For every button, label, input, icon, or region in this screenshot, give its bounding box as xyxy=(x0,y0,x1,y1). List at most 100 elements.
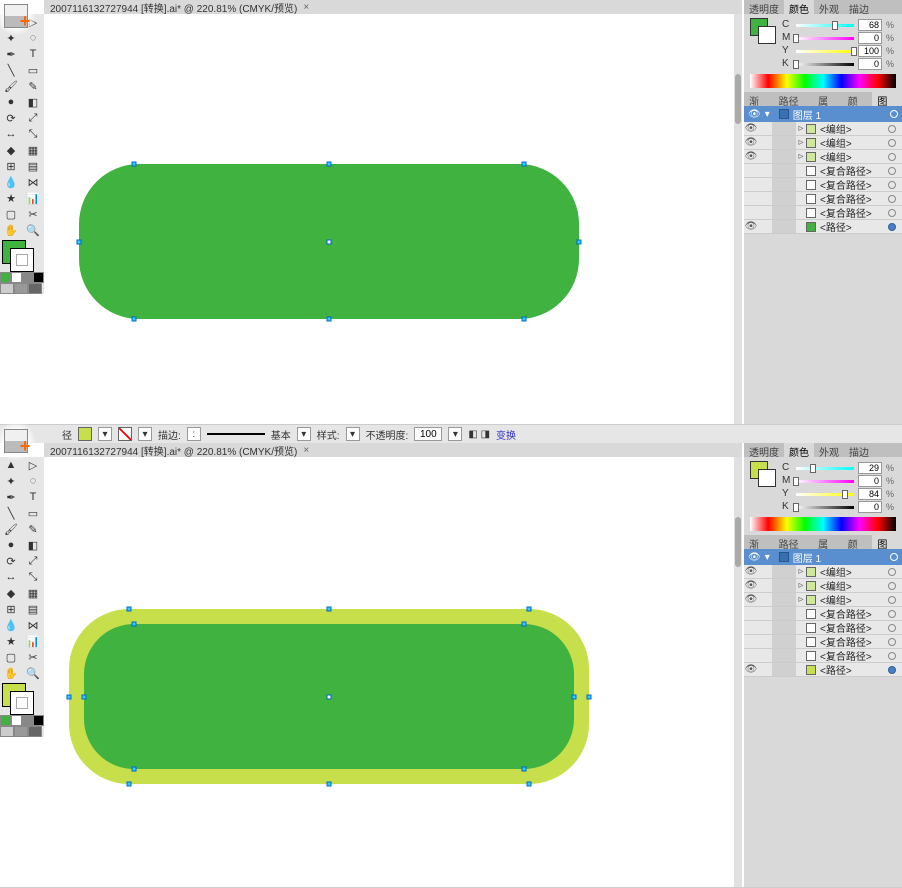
target-icon[interactable] xyxy=(888,181,896,189)
target-icon[interactable] xyxy=(888,167,896,175)
panel-tab[interactable]: 描边 xyxy=(844,0,874,14)
panel-tab[interactable]: 渐变 xyxy=(744,92,774,106)
visibility-icon[interactable]: 👁 xyxy=(744,664,758,675)
color-channel-m[interactable]: M0% xyxy=(782,31,896,44)
tool-rotate[interactable]: ⟳ xyxy=(0,110,22,126)
color-channel-y[interactable]: Y84% xyxy=(782,487,896,500)
fill-dropdown[interactable]: ▾ xyxy=(98,427,112,441)
panel-tab[interactable]: 颜色 xyxy=(784,0,814,14)
vertical-scrollbar[interactable] xyxy=(734,457,742,887)
sublayer-row[interactable]: <复合路径> xyxy=(744,621,902,635)
tool-free-transform[interactable]: ⤡ xyxy=(22,569,44,585)
color-mode-row[interactable] xyxy=(0,272,44,283)
target-icon[interactable] xyxy=(888,596,896,604)
tool-rectangle[interactable]: ▭ xyxy=(22,505,44,521)
vertical-scrollbar[interactable] xyxy=(734,14,742,424)
target-icon[interactable] xyxy=(888,139,896,147)
fill-stroke-swatch[interactable] xyxy=(750,18,778,46)
color-channel-c[interactable]: C68% xyxy=(782,18,896,31)
tool-type[interactable]: T xyxy=(22,489,44,505)
tool-hand[interactable]: ✋ xyxy=(0,222,22,238)
tool-zoom[interactable]: 🔍 xyxy=(22,665,44,681)
tool-eyedrop[interactable]: 💧 xyxy=(0,617,22,633)
screen-mode-row[interactable] xyxy=(0,283,44,294)
tool-type[interactable]: T xyxy=(22,46,44,62)
tool-magic-wand[interactable]: ✦ xyxy=(0,473,22,489)
tool-eraser[interactable]: ◧ xyxy=(22,537,44,553)
target-icon[interactable] xyxy=(888,568,896,576)
tool-slice[interactable]: ✂ xyxy=(22,649,44,665)
panel-tab[interactable]: 描边 xyxy=(844,443,874,457)
sublayer-row[interactable]: 👁▹<编组> xyxy=(744,593,902,607)
opacity-input[interactable] xyxy=(414,427,442,441)
color-channel-y[interactable]: Y100% xyxy=(782,44,896,57)
tool-hand[interactable]: ✋ xyxy=(0,665,22,681)
tool-perspective[interactable]: ▦ xyxy=(22,585,44,601)
target-icon[interactable] xyxy=(888,666,896,674)
brush-preview[interactable] xyxy=(207,433,265,435)
visibility-icon[interactable]: 👁 xyxy=(744,151,758,162)
tool-eyedrop[interactable]: 💧 xyxy=(0,174,22,190)
color-channel-k[interactable]: K0% xyxy=(782,500,896,513)
panel-tab[interactable]: 透明度 xyxy=(744,0,784,14)
tool-line[interactable]: ╲ xyxy=(0,62,22,78)
color-mode-row[interactable] xyxy=(0,715,44,726)
sublayer-row[interactable]: 👁▹<编组> xyxy=(744,565,902,579)
tool-pencil[interactable]: ✎ xyxy=(22,78,44,94)
target-icon[interactable] xyxy=(888,195,896,203)
visibility-icon[interactable]: 👁 xyxy=(744,566,758,577)
sublayer-row[interactable]: 👁<路径> xyxy=(744,663,902,677)
stroke-dropdown[interactable]: ▾ xyxy=(138,427,152,441)
panel-tab[interactable]: 渐变 xyxy=(744,535,774,549)
fill-swatch[interactable] xyxy=(78,427,92,441)
target-icon[interactable] xyxy=(888,209,896,217)
stroke-weight[interactable]: : xyxy=(187,427,201,441)
layer-header[interactable]: 👁 ▾ 图层 1 xyxy=(744,106,902,122)
align-icons[interactable]: ◧ ◨ xyxy=(468,429,490,440)
tool-scale[interactable]: ⤢ xyxy=(22,110,44,126)
sublayer-row[interactable]: <复合路径> xyxy=(744,206,902,220)
target-icon[interactable] xyxy=(888,125,896,133)
tool-brush[interactable]: 🖌 xyxy=(0,521,22,537)
sublayer-row[interactable]: <复合路径> xyxy=(744,635,902,649)
canvas[interactable] xyxy=(44,14,742,424)
tool-symbol[interactable]: ★ xyxy=(0,190,22,206)
panel-tab[interactable]: 属性 xyxy=(813,92,843,106)
tool-mesh[interactable]: ⊞ xyxy=(0,158,22,174)
panel-tab[interactable]: 颜色 xyxy=(843,535,873,549)
color-channel-c[interactable]: C29% xyxy=(782,461,896,474)
opacity-dd[interactable]: ▾ xyxy=(448,427,462,441)
panel-tab[interactable]: 颜色 xyxy=(784,443,814,457)
document-tab[interactable]: 2007116132727944 [转换].ai* @ 220.81% (CMY… xyxy=(50,0,297,15)
sublayer-row[interactable]: 👁<路径> xyxy=(744,220,902,234)
target-icon[interactable] xyxy=(888,610,896,618)
tool-gradient[interactable]: ▤ xyxy=(22,601,44,617)
tool-blob[interactable]: ● xyxy=(0,537,22,553)
panel-tab[interactable]: 路径控 xyxy=(774,535,813,549)
target-icon[interactable] xyxy=(888,582,896,590)
tool-eraser[interactable]: ◧ xyxy=(22,94,44,110)
transform-link[interactable]: 变换 xyxy=(496,427,516,442)
tool-pen[interactable]: ✒ xyxy=(0,46,22,62)
target-icon[interactable] xyxy=(888,638,896,646)
sublayer-row[interactable]: 👁▹<编组> xyxy=(744,579,902,593)
target-icon[interactable] xyxy=(888,624,896,632)
tool-graph[interactable]: 📊 xyxy=(22,633,44,649)
target-icon[interactable] xyxy=(888,652,896,660)
tool-rotate[interactable]: ⟳ xyxy=(0,553,22,569)
tool-free-transform[interactable]: ⤡ xyxy=(22,126,44,142)
fill-stroke-indicator[interactable] xyxy=(0,681,44,715)
tool-width[interactable]: ↔ xyxy=(0,569,22,585)
sublayer-row[interactable]: <复合路径> xyxy=(744,164,902,178)
color-channel-k[interactable]: K0% xyxy=(782,57,896,70)
panel-tab[interactable]: 透明度 xyxy=(744,443,784,457)
target-icon[interactable] xyxy=(888,223,896,231)
tool-shape-builder[interactable]: ◆ xyxy=(0,142,22,158)
tool-scale[interactable]: ⤢ xyxy=(22,553,44,569)
stroke-swatch[interactable] xyxy=(118,427,132,441)
layer-name[interactable]: 图层 1 xyxy=(793,550,821,565)
panel-tab[interactable]: 图层 xyxy=(872,92,902,106)
panel-tab[interactable]: 图层 xyxy=(872,535,902,549)
panel-tab[interactable]: 颜色 xyxy=(843,92,873,106)
visibility-icon[interactable]: 👁 xyxy=(744,594,758,605)
